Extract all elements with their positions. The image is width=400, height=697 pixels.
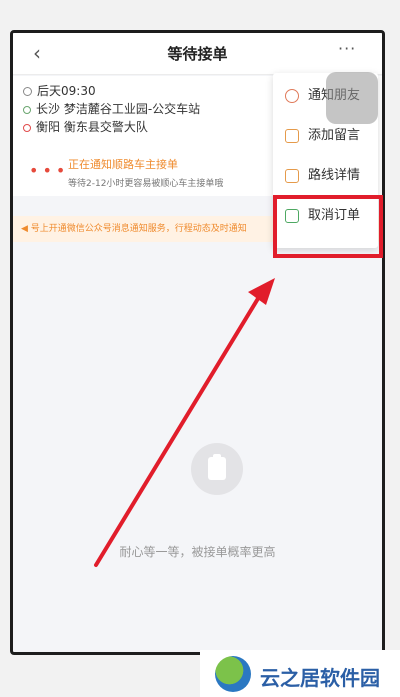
destination-dot-icon <box>23 123 31 132</box>
clock-icon <box>23 87 32 96</box>
trip-time-row: 后天09:30 <box>23 82 96 100</box>
speaker-icon: ◀ <box>21 224 28 234</box>
notify-status: 正在通知顺路车主接单 <box>68 158 178 171</box>
floating-button[interactable] <box>326 72 378 124</box>
map-icon <box>285 169 299 183</box>
notify-hint: 等待2-12小时更容易被顺心车主接单哦 <box>68 179 224 189</box>
trip-time: 后天09:30 <box>37 84 96 98</box>
share-icon <box>285 89 299 103</box>
more-icon[interactable]: ··· <box>338 41 362 65</box>
phone-screen: ‹ 等待接单 ··· 后天09:30 长沙 梦洁麓谷工业园-公交车站 衡阳 衡东… <box>10 30 385 655</box>
loading-dots-icon: ••• <box>29 161 70 180</box>
banner-text: 号上开通微信公众号消息通知服务，行程动态及时通知 <box>30 224 247 234</box>
note-icon <box>285 129 299 143</box>
trip-to: 衡阳 衡东县交警大队 <box>36 120 148 134</box>
origin-dot-icon <box>23 105 31 114</box>
empty-hint: 耐心等一等，被接单概率更高 <box>119 545 276 559</box>
clipboard-icon <box>191 443 243 495</box>
trip-to-row: 衡阳 衡东县交警大队 <box>23 118 148 136</box>
watermark-text: 云之居软件园 <box>260 666 380 690</box>
menu-item-route-details[interactable]: 路线详情 <box>273 156 378 196</box>
highlight-box <box>273 195 383 258</box>
watermark: 云之居软件园 <box>200 650 400 697</box>
nav-bar: ‹ 等待接单 ··· <box>13 33 382 75</box>
site-logo-icon <box>215 656 251 692</box>
trip-from-row: 长沙 梦洁麓谷工业园-公交车站 <box>23 100 200 118</box>
page-title: 等待接单 <box>167 45 228 63</box>
trip-from: 长沙 梦洁麓谷工业园-公交车站 <box>36 102 201 116</box>
